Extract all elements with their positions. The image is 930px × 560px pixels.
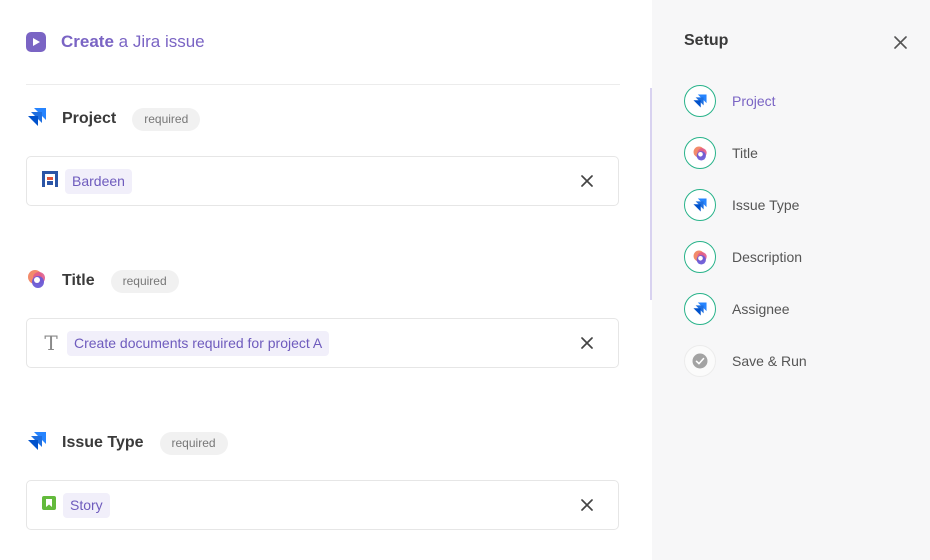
step-description[interactable]: Description [684,241,802,273]
title-value-chip: Create documents required for project A [67,330,330,356]
project-clear-button[interactable] [578,172,596,190]
bardeen-icon [684,137,716,169]
issue-type-field[interactable]: Story [26,480,619,530]
project-label: Project [62,110,117,127]
project-field[interactable]: Bardeen [26,156,619,206]
step-issue-type[interactable]: Issue Type [684,189,799,221]
page-title-rest: a Jira issue [118,32,205,51]
play-icon [26,32,46,52]
bardeen-logo-icon [41,170,59,193]
setup-sidebar [652,0,930,560]
page-header: Create a Jira issue [26,31,205,53]
setup-title: Setup [684,32,729,49]
jira-icon [26,430,48,457]
header-divider [26,84,620,85]
bardeen-icon [684,241,716,273]
project-required-badge: required [132,107,201,131]
step-assignee[interactable]: Assignee [684,293,790,325]
issue-type-required-badge: required [159,431,228,455]
issue-type-field-label-row: Issue Type required [26,430,228,456]
jira-icon [684,189,716,221]
jira-icon [684,85,716,117]
progress-line [650,88,652,300]
title-field-label-row: Title required [26,268,179,294]
step-label: Assignee [732,301,790,317]
check-circle-icon [684,345,716,377]
page-title-strong: Create [61,32,114,51]
step-label: Project [732,93,776,109]
close-button[interactable] [891,33,909,51]
step-label: Title [732,145,758,161]
issue-type-label: Issue Type [62,434,144,451]
bardeen-icon [26,268,48,295]
main-panel: Create a Jira issue Project required Bar… [0,0,652,560]
jira-icon [684,293,716,325]
title-clear-button[interactable] [578,334,596,352]
close-icon [893,35,907,49]
issue-type-value-chip: Story [63,492,110,518]
step-project[interactable]: Project [684,85,776,117]
project-value-chip: Bardeen [65,168,132,194]
title-field[interactable]: T Create documents required for project … [26,318,619,368]
text-type-icon: T [44,331,58,355]
issue-type-clear-button[interactable] [578,496,596,514]
step-label: Description [732,249,803,265]
title-required-badge: required [110,269,179,293]
step-label: Save & Run [732,353,807,369]
step-title[interactable]: Title [684,137,758,169]
step-label: Issue Type [732,197,800,213]
project-field-label-row: Project required [26,106,201,133]
story-bookmark-icon [41,495,57,516]
jira-icon [26,106,48,133]
step-save-run[interactable]: Save & Run [684,345,807,377]
page-title: Create a Jira issue [61,32,205,52]
title-label: Title [62,272,95,289]
